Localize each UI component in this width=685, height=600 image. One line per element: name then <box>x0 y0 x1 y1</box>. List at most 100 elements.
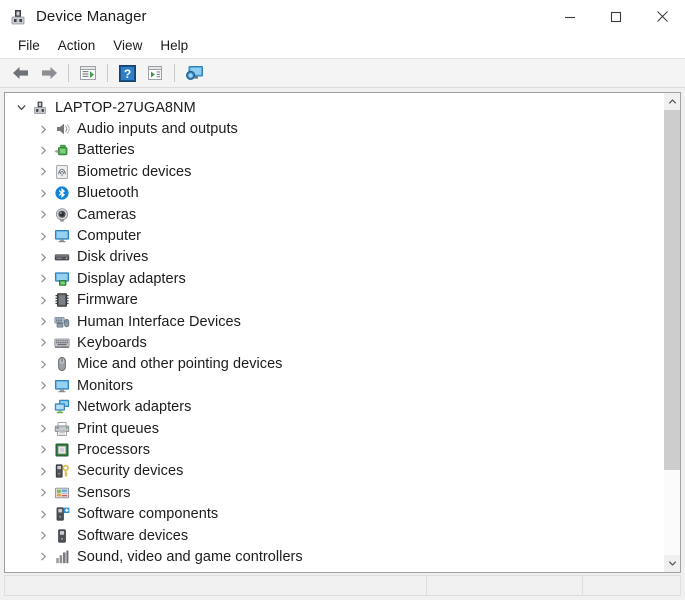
chevron-down-icon[interactable] <box>13 100 29 116</box>
chevron-right-icon[interactable] <box>35 506 51 522</box>
chevron-right-icon[interactable] <box>35 442 51 458</box>
properties-button[interactable] <box>74 61 102 85</box>
sensor-icon <box>54 485 70 501</box>
monitor-icon <box>54 228 70 244</box>
update-driver-button[interactable] <box>141 61 169 85</box>
chevron-right-icon[interactable] <box>35 207 51 223</box>
chevron-right-icon[interactable] <box>35 121 51 137</box>
tree-item-keyboards[interactable]: Keyboards <box>5 332 664 353</box>
tree-item-display-adapters[interactable]: Display adapters <box>5 268 664 289</box>
statusbar <box>0 573 685 600</box>
scrollbar-track[interactable] <box>664 110 680 555</box>
tree-item-monitors[interactable]: Monitors <box>5 375 664 396</box>
menu-action[interactable]: Action <box>49 36 105 56</box>
chevron-right-icon[interactable] <box>35 421 51 437</box>
vertical-scrollbar[interactable] <box>664 92 681 573</box>
maximize-button[interactable] <box>593 0 639 33</box>
tree-item-label: Software components <box>77 506 219 523</box>
chevron-right-icon[interactable] <box>35 399 51 415</box>
toolbar: ? <box>0 58 685 88</box>
bluetooth-icon <box>54 185 70 201</box>
software-component-icon <box>54 506 70 522</box>
firmware-chip-icon <box>54 292 70 308</box>
device-manager-icon <box>9 8 27 26</box>
chevron-right-icon[interactable] <box>35 142 51 158</box>
tree-item-software-components[interactable]: Software components <box>5 503 664 524</box>
menubar: File Action View Help <box>0 33 685 58</box>
chevron-right-icon[interactable] <box>35 164 51 180</box>
menu-help[interactable]: Help <box>151 36 197 56</box>
tree-item-bluetooth[interactable]: Bluetooth <box>5 183 664 204</box>
tree-item-label: Monitors <box>77 377 133 394</box>
tree-item-human-interface-devices[interactable]: Human Interface Devices <box>5 311 664 332</box>
tree-root-label: LAPTOP-27UGA8NM <box>55 99 196 116</box>
tree-item-label: Batteries <box>77 142 135 159</box>
scrollbar-thumb[interactable] <box>664 110 680 471</box>
tree-item-network-adapters[interactable]: Network adapters <box>5 396 664 417</box>
device-tree: LAPTOP-27UGA8NM Audio inputs and outputs… <box>5 93 664 568</box>
minimize-button[interactable] <box>547 0 593 33</box>
status-panel-message <box>4 575 426 596</box>
tree-item-biometric-devices[interactable]: Biometric devices <box>5 161 664 182</box>
close-button[interactable] <box>639 0 685 33</box>
chevron-right-icon[interactable] <box>35 528 51 544</box>
menu-view[interactable]: View <box>104 36 151 56</box>
chevron-right-icon[interactable] <box>35 249 51 265</box>
tree-item-label: Keyboards <box>77 334 147 351</box>
mouse-icon <box>54 356 70 372</box>
computer-node-icon <box>32 100 48 116</box>
tree-item-label: Processors <box>77 441 151 458</box>
tree-item-label: Sensors <box>77 484 131 501</box>
device-tree-panel[interactable]: LAPTOP-27UGA8NM Audio inputs and outputs… <box>4 92 664 573</box>
tree-item-mice-and-other-pointing-devices[interactable]: Mice and other pointing devices <box>5 354 664 375</box>
scroll-up-button[interactable] <box>664 93 680 110</box>
tree-item-computer[interactable]: Computer <box>5 225 664 246</box>
camera-icon <box>54 207 70 223</box>
chevron-right-icon[interactable] <box>35 378 51 394</box>
chevron-right-icon[interactable] <box>35 335 51 351</box>
tree-item-label: Cameras <box>77 206 137 223</box>
chevron-right-icon[interactable] <box>35 463 51 479</box>
help-button[interactable]: ? <box>113 61 141 85</box>
tree-item-label: Biometric devices <box>77 163 192 180</box>
tree-item-sound-video-and-game-controllers[interactable]: Sound, video and game controllers <box>5 546 664 567</box>
speaker-icon <box>54 121 70 137</box>
hid-icon <box>54 314 70 330</box>
device-manager-window: Device Manager File Action View Help ? L… <box>0 0 685 600</box>
chevron-right-icon[interactable] <box>35 314 51 330</box>
tree-item-label: Mice and other pointing devices <box>77 356 283 373</box>
tree-item-label: Display adapters <box>77 270 186 287</box>
menu-file[interactable]: File <box>9 36 49 56</box>
tree-item-batteries[interactable]: Batteries <box>5 140 664 161</box>
display-adapter-icon <box>54 271 70 287</box>
chevron-right-icon[interactable] <box>35 485 51 501</box>
chevron-right-icon[interactable] <box>35 549 51 565</box>
tree-root-node[interactable]: LAPTOP-27UGA8NM <box>5 97 664 118</box>
chevron-right-icon[interactable] <box>35 185 51 201</box>
tree-item-firmware[interactable]: Firmware <box>5 290 664 311</box>
chevron-right-icon[interactable] <box>35 292 51 308</box>
forward-button[interactable] <box>35 61 63 85</box>
toolbar-separator-1 <box>68 64 69 82</box>
tree-item-label: Security devices <box>77 463 184 480</box>
content-area: LAPTOP-27UGA8NM Audio inputs and outputs… <box>0 88 685 573</box>
tree-item-sensors[interactable]: Sensors <box>5 482 664 503</box>
svg-text:?: ? <box>123 67 130 81</box>
tree-item-security-devices[interactable]: Security devices <box>5 461 664 482</box>
scroll-down-button[interactable] <box>664 555 680 572</box>
chevron-right-icon[interactable] <box>35 356 51 372</box>
tree-item-print-queues[interactable]: Print queues <box>5 418 664 439</box>
chevron-right-icon[interactable] <box>35 228 51 244</box>
tree-item-processors[interactable]: Processors <box>5 439 664 460</box>
window-controls <box>547 0 685 33</box>
scan-hardware-button[interactable] <box>180 61 208 85</box>
tree-item-audio-inputs-and-outputs[interactable]: Audio inputs and outputs <box>5 118 664 139</box>
tree-item-software-devices[interactable]: Software devices <box>5 525 664 546</box>
tree-item-label: Bluetooth <box>77 185 139 202</box>
chevron-right-icon[interactable] <box>35 271 51 287</box>
fingerprint-icon <box>54 164 70 180</box>
back-button[interactable] <box>7 61 35 85</box>
battery-icon <box>54 142 70 158</box>
tree-item-cameras[interactable]: Cameras <box>5 204 664 225</box>
tree-item-disk-drives[interactable]: Disk drives <box>5 247 664 268</box>
